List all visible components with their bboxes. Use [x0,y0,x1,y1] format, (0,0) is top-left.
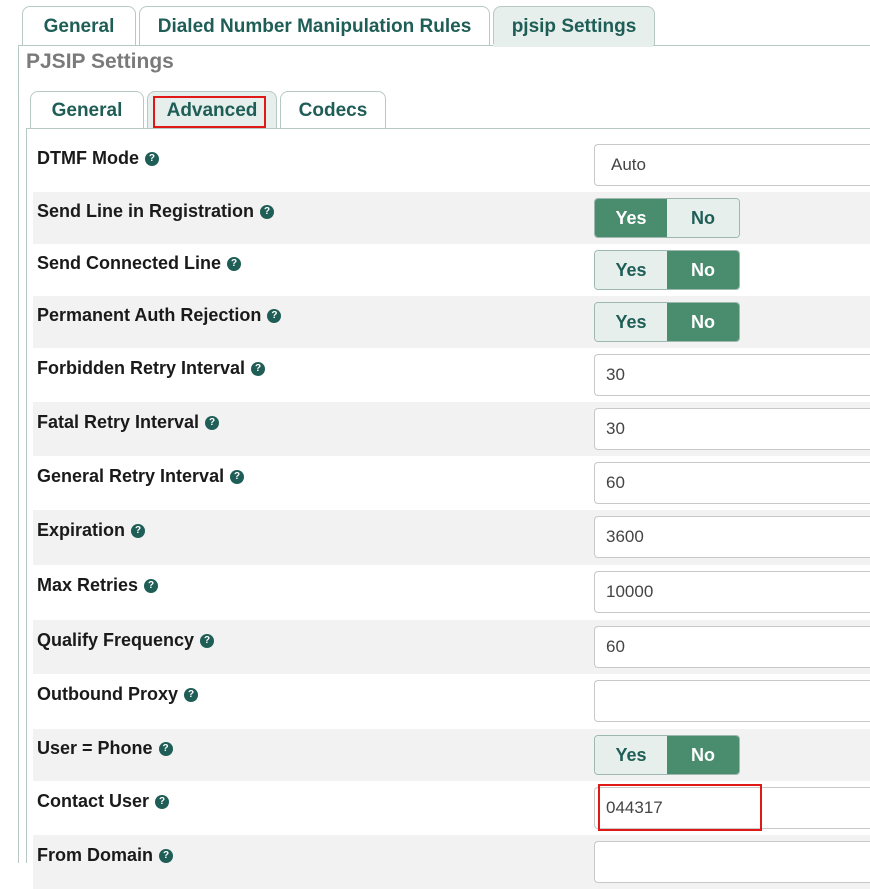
tab-general[interactable]: General [22,6,136,46]
help-icon[interactable]: ? [155,794,170,809]
help-icon[interactable]: ? [144,151,159,166]
yes-option[interactable]: Yes [595,199,667,237]
field-label: Send Connected Line [37,253,222,273]
fatal-retry-interval-input[interactable]: 30 [594,408,870,450]
row-general-retry-interval: General Retry Interval? 60 [33,456,870,510]
field-label: Send Line in Registration [37,201,255,221]
inner-tab-bar: General Advanced Codecs [30,91,386,129]
tab-pjsip-settings[interactable]: pjsip Settings [493,6,655,46]
row-expiration: Expiration? 3600 [33,510,870,565]
help-icon[interactable]: ? [260,204,275,219]
field-label: Contact User [37,791,150,811]
field-label: General Retry Interval [37,466,225,486]
no-option[interactable]: No [667,251,739,289]
help-icon[interactable]: ? [184,687,198,702]
field-label: User = Phone [37,738,153,758]
row-outbound-proxy: Outbound Proxy? [33,674,870,729]
field-label: DTMF Mode [37,148,139,168]
user-phone-toggle: Yes No [594,735,740,775]
row-permanent-auth-rejection: Permanent Auth Rejection? Yes No [33,296,870,348]
yes-option[interactable]: Yes [595,736,667,774]
qualify-frequency-input[interactable]: 60 [594,626,870,668]
no-option[interactable]: No [667,303,739,341]
tab-pjsip-general[interactable]: General [30,91,144,129]
field-label: Expiration [37,520,126,540]
dtmf-mode-select[interactable]: Auto [594,144,870,186]
forbidden-retry-interval-input[interactable]: 30 [594,354,870,396]
field-label: Forbidden Retry Interval [37,358,246,378]
row-qualify-frequency: Qualify Frequency? 60 [33,620,870,674]
help-icon[interactable]: ? [200,633,215,648]
help-icon[interactable]: ? [159,848,174,863]
from-domain-input[interactable] [594,841,870,883]
general-retry-interval-input[interactable]: 60 [594,462,870,504]
row-contact-user: Contact User? 044317 [33,781,870,835]
row-max-retries: Max Retries? 10000 [33,565,870,620]
field-label: Fatal Retry Interval [37,412,200,432]
yes-option[interactable]: Yes [595,251,667,289]
help-icon[interactable]: ? [158,741,173,756]
send-connected-line-toggle: Yes No [594,250,740,290]
row-from-domain: From Domain? [33,835,870,889]
contact-user-input[interactable]: 044317 [594,787,870,829]
tab-divider [18,45,870,46]
no-option[interactable]: No [667,199,739,237]
permanent-auth-rejection-toggle: Yes No [594,302,740,342]
settings-form: DTMF Mode? Auto Send Line in Registratio… [33,138,870,889]
field-label: Qualify Frequency [37,630,195,650]
inner-tab-divider [26,128,870,129]
help-icon[interactable]: ? [230,469,245,484]
row-dtmf-mode: DTMF Mode? Auto [33,138,870,192]
field-label: Permanent Auth Rejection [37,305,262,325]
help-icon[interactable]: ? [131,523,146,538]
no-option[interactable]: No [667,736,739,774]
tab-dialed-number-manipulation-rules[interactable]: Dialed Number Manipulation Rules [139,6,490,46]
help-icon[interactable]: ? [251,361,266,376]
tab-advanced[interactable]: Advanced [147,91,277,129]
help-icon[interactable]: ? [205,415,220,430]
tab-codecs[interactable]: Codecs [280,91,386,129]
help-icon[interactable]: ? [144,578,159,593]
outbound-proxy-input[interactable] [594,680,870,722]
yes-option[interactable]: Yes [595,303,667,341]
row-fatal-retry-interval: Fatal Retry Interval? 30 [33,402,870,456]
top-tab-bar: General Dialed Number Manipulation Rules… [22,6,655,46]
field-label: Max Retries [37,575,139,595]
field-label: Outbound Proxy [37,684,178,704]
help-icon[interactable]: ? [227,256,242,271]
row-send-connected-line: Send Connected Line? Yes No [33,244,870,296]
help-icon[interactable]: ? [267,308,282,323]
row-forbidden-retry-interval: Forbidden Retry Interval? 30 [33,348,870,402]
section-title: PJSIP Settings [26,50,174,73]
max-retries-input[interactable]: 10000 [594,571,870,613]
row-user-phone: User = Phone? Yes No [33,729,870,781]
send-line-in-registration-toggle: Yes No [594,198,740,238]
expiration-input[interactable]: 3600 [594,516,870,558]
row-send-line-in-registration: Send Line in Registration? Yes No [33,192,870,244]
